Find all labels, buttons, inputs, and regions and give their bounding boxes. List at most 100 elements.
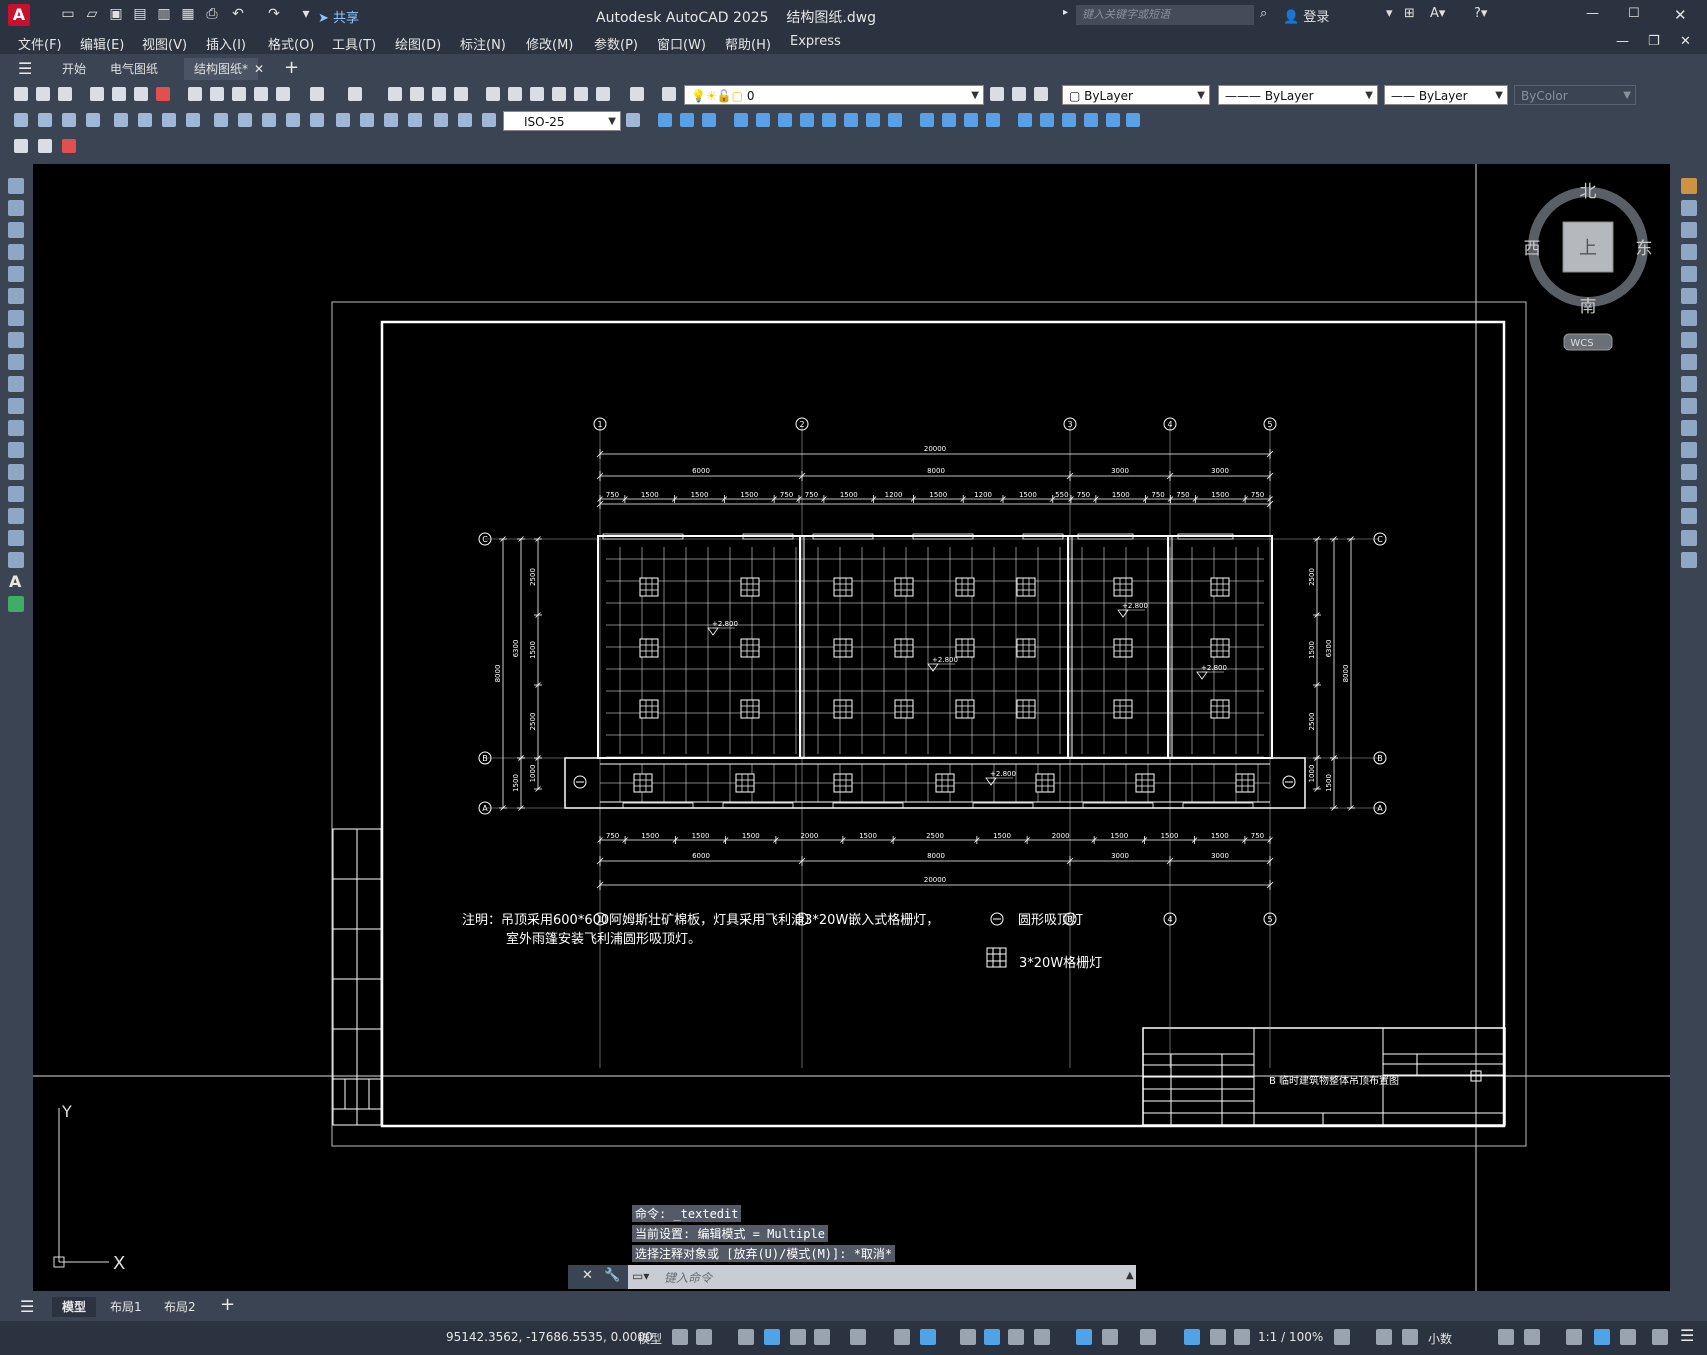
block-attribute-icon[interactable] <box>36 137 54 155</box>
center-mark-icon[interactable] <box>358 111 376 129</box>
diameter-icon[interactable] <box>160 111 178 129</box>
offset-right-icon[interactable] <box>1681 244 1697 260</box>
copy-object-icon[interactable] <box>678 111 696 129</box>
rotate-right-icon[interactable] <box>1681 310 1697 326</box>
isometric-icon[interactable] <box>850 1329 866 1345</box>
tool-palettes-icon[interactable] <box>528 85 546 103</box>
command-history-toggle-icon[interactable]: ▲ <box>1126 1270 1134 1281</box>
pan-icon[interactable] <box>386 85 404 103</box>
cut-icon[interactable] <box>186 85 204 103</box>
login-button[interactable]: 👤 登录 <box>1283 6 1329 25</box>
units-icon[interactable] <box>1402 1329 1418 1345</box>
new-file-icon[interactable]: ▭ <box>60 6 76 22</box>
make-block-icon[interactable] <box>8 442 24 458</box>
wcs-menu[interactable]: WCS <box>1570 338 1593 349</box>
menu-parametric[interactable]: 参数(P) <box>594 34 638 53</box>
customize-command-icon[interactable]: 🔧 <box>604 1268 620 1283</box>
layer-properties-icon[interactable] <box>660 85 678 103</box>
menu-dimension[interactable]: 标注(N) <box>460 34 506 53</box>
attribute-manager-icon[interactable] <box>60 137 78 155</box>
break-right-icon[interactable] <box>1681 442 1697 458</box>
units-dropdown[interactable]: 小数 <box>1428 1330 1452 1347</box>
chamfer-right-icon[interactable] <box>1681 486 1697 502</box>
rotate-icon[interactable] <box>798 111 816 129</box>
dimension-break-icon[interactable] <box>308 111 326 129</box>
polyline-icon[interactable] <box>8 222 24 238</box>
match-properties-icon[interactable] <box>252 85 270 103</box>
qsave-icon[interactable] <box>56 85 74 103</box>
mirror-right-icon[interactable] <box>1681 222 1697 238</box>
menu-window[interactable]: 窗口(W) <box>657 34 706 53</box>
doc-minimize-button[interactable]: — <box>1616 34 1629 49</box>
menu-file[interactable]: 文件(F) <box>18 34 62 53</box>
dimension-update-icon[interactable] <box>480 111 498 129</box>
tolerance-icon[interactable] <box>334 111 352 129</box>
workspace-gear-icon[interactable] <box>1334 1329 1350 1345</box>
object-snap-tracking-icon[interactable] <box>894 1329 910 1345</box>
annotation-scale-value[interactable]: 1:1 / 100% <box>1258 1330 1323 1344</box>
isolate-objects-icon[interactable] <box>1566 1329 1582 1345</box>
snap-icon[interactable] <box>696 1329 712 1345</box>
auto-scale-icon[interactable] <box>1210 1329 1226 1345</box>
extend-icon[interactable] <box>886 111 904 129</box>
ordinate-icon[interactable] <box>84 111 102 129</box>
share-button[interactable]: ➤ 共享 <box>318 7 359 26</box>
publish-icon[interactable]: ▦ <box>180 6 196 22</box>
array-icon[interactable] <box>754 111 772 129</box>
recent-commands-icon[interactable]: ▭▾ <box>632 1269 649 1283</box>
minimize-button[interactable]: — <box>1586 6 1599 21</box>
menu-insert[interactable]: 插入(I) <box>206 34 246 53</box>
trim-icon[interactable] <box>864 111 882 129</box>
ellipse-arc-icon[interactable] <box>8 398 24 414</box>
zoom-realtime-icon[interactable] <box>408 85 426 103</box>
print-icon[interactable] <box>88 85 106 103</box>
inspection-icon[interactable] <box>382 111 400 129</box>
offset-icon[interactable] <box>732 111 750 129</box>
paste-icon[interactable] <box>230 85 248 103</box>
viewcube-top-face[interactable]: 上 <box>1579 238 1597 259</box>
stretch-right-icon[interactable] <box>1681 354 1697 370</box>
sheet-set-icon[interactable] <box>550 85 568 103</box>
markup-icon[interactable] <box>572 85 590 103</box>
stretch-icon[interactable] <box>842 111 860 129</box>
publish3d-icon[interactable] <box>132 85 150 103</box>
extend-right-icon[interactable] <box>1681 398 1697 414</box>
open-icon[interactable] <box>34 85 52 103</box>
fillet-icon[interactable] <box>984 111 1002 129</box>
radius-icon[interactable] <box>112 111 130 129</box>
command-input[interactable]: 键入命令 <box>664 1269 712 1286</box>
search-input[interactable]: 键入关键字或短语 <box>1076 5 1254 25</box>
customization-menu-icon[interactable]: ☰ <box>1680 1326 1694 1345</box>
layer-states-icon[interactable] <box>1032 85 1050 103</box>
scale-right-icon[interactable] <box>1681 332 1697 348</box>
qnew-icon[interactable] <box>12 85 30 103</box>
viewcube-east[interactable]: 东 <box>1636 239 1653 259</box>
linetype-dropdown[interactable]: ——— ByLayer ▼ <box>1218 85 1378 105</box>
menu-view[interactable]: 视图(V) <box>142 34 187 53</box>
save-as-icon[interactable]: ▤ <box>132 6 148 22</box>
quick-properties-icon[interactable] <box>1498 1329 1514 1345</box>
search-expand-icon[interactable]: ▸ <box>1063 7 1068 18</box>
edit-hatch-icon[interactable] <box>1104 111 1122 129</box>
arc-icon[interactable] <box>8 288 24 304</box>
continue-icon[interactable] <box>260 111 278 129</box>
attribute-edit-icon[interactable] <box>12 137 30 155</box>
dynamic-ucs-icon[interactable] <box>1076 1329 1092 1345</box>
dimension-text-edit-icon[interactable] <box>456 111 474 129</box>
search-icon[interactable]: ⌕ <box>1260 6 1267 21</box>
preview-icon[interactable] <box>110 85 128 103</box>
menu-express[interactable]: Express <box>790 34 841 49</box>
revision-cloud-icon[interactable] <box>8 332 24 348</box>
properties-icon[interactable] <box>484 85 502 103</box>
move-right-icon[interactable] <box>1681 288 1697 304</box>
plot-icon[interactable]: ⎙ <box>204 6 220 22</box>
viewcube[interactable]: 上 北 南 西 东 WCS <box>1524 182 1653 351</box>
erase-icon[interactable] <box>656 111 674 129</box>
help-icon[interactable]: ?▾ <box>1474 6 1487 21</box>
insert-block-icon[interactable] <box>8 420 24 436</box>
zoom-previous-icon[interactable] <box>452 85 470 103</box>
rectangle-icon[interactable] <box>8 266 24 282</box>
trim-right-icon[interactable] <box>1681 376 1697 392</box>
maximize-button[interactable]: ☐ <box>1628 6 1640 21</box>
explode-right-icon[interactable] <box>1681 552 1697 568</box>
